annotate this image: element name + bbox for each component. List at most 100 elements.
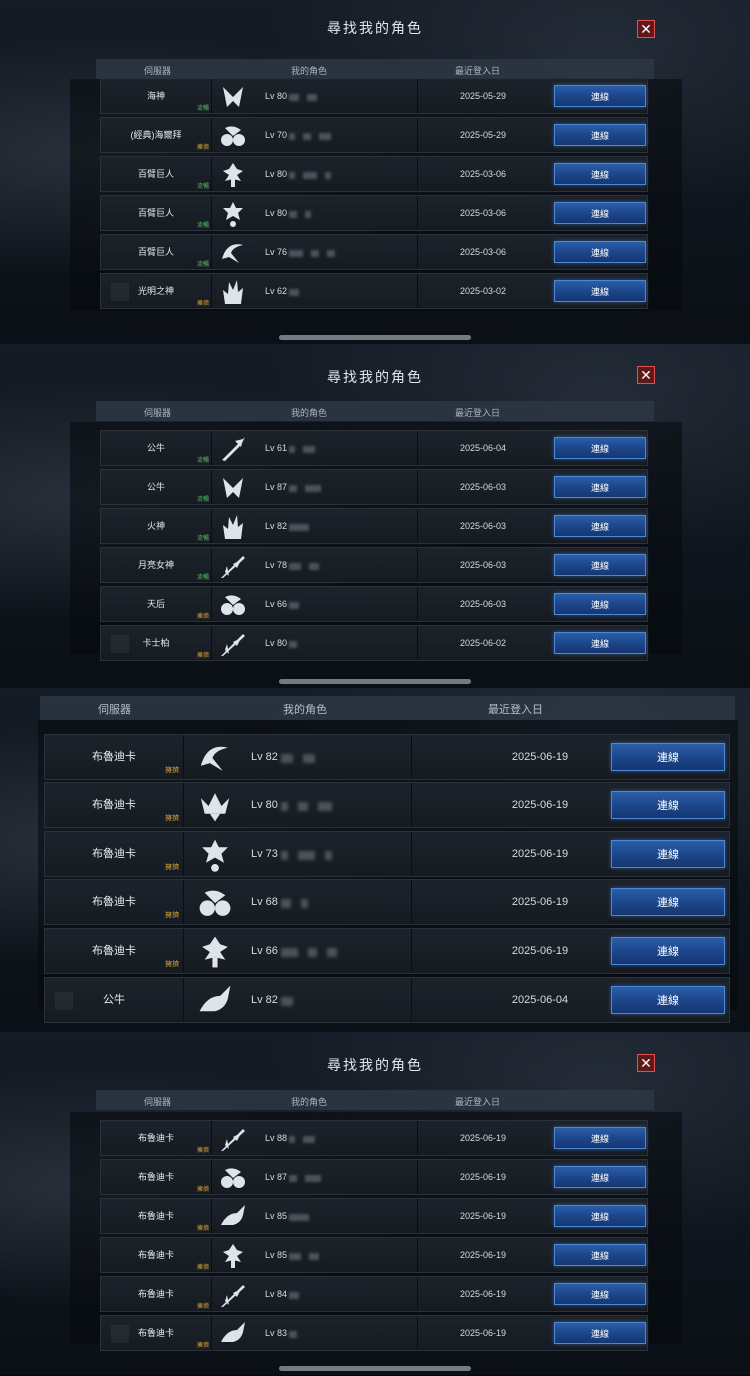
- character-level: Lv 83: [265, 1328, 288, 1338]
- obscured-character-name: [289, 210, 297, 218]
- connect-button[interactable]: 連線: [554, 632, 646, 654]
- connect-button[interactable]: 連線: [554, 163, 646, 185]
- connect-button[interactable]: 連線: [554, 1127, 646, 1149]
- character-panel-2: 尋找我的角色 ✕ 伺服器 我的角色 最近登入日 公牛 流暢 Lv 61 2025…: [0, 344, 750, 689]
- connect-button[interactable]: 連線: [554, 124, 646, 146]
- connect-button[interactable]: 連線: [554, 515, 646, 537]
- connect-button[interactable]: 連線: [554, 554, 646, 576]
- obscured-character-name: [325, 850, 333, 860]
- server-status-badge: 擁擠: [165, 767, 179, 774]
- header-server: 伺服器: [98, 704, 131, 716]
- row-divider: [211, 79, 212, 113]
- table-row: 布魯迪卡 擁擠 Lv 68 2025-06-19 連線: [44, 879, 730, 925]
- server-name: 公牛: [103, 994, 125, 1006]
- obscured-character-name: [289, 445, 295, 453]
- last-login-date: 2025-06-04: [459, 443, 507, 453]
- class-beast-icon: [221, 1322, 245, 1342]
- table-row: 布魯迪卡 擁擠 Lv 66 2025-06-19 連線: [44, 928, 730, 974]
- obscured-character-name: [289, 1330, 297, 1338]
- server-status-badge: 擁擠: [197, 1226, 210, 1232]
- server-status-badge: 擁擠: [197, 653, 210, 659]
- server-status-badge: 擁擠: [197, 1265, 210, 1271]
- obscured-character-name: [289, 93, 299, 101]
- class-wave-icon: [200, 746, 228, 771]
- server-status-badge: 擁擠: [197, 1304, 210, 1310]
- header-character: 我的角色: [291, 1097, 328, 1107]
- table-row: 布魯迪卡 擁擠 Lv 85 2025-06-19 連線: [100, 1198, 648, 1234]
- last-login-date: 2025-06-03: [459, 599, 507, 609]
- connect-button[interactable]: 連線: [554, 1322, 646, 1344]
- obscured-character-name: [281, 753, 293, 763]
- character-level: Lv 78: [265, 560, 288, 570]
- server-name: 火神: [146, 521, 165, 531]
- server-status-badge: 擁擠: [165, 864, 179, 871]
- last-login-date: 2025-05-29: [459, 130, 507, 140]
- close-button[interactable]: ✕: [637, 1054, 655, 1072]
- connect-button[interactable]: 連線: [554, 241, 646, 263]
- connect-button[interactable]: 連線: [554, 202, 646, 224]
- class-spear-icon: [222, 437, 245, 461]
- server-status-badge: 流暢: [197, 184, 210, 190]
- class-blades-icon: [221, 634, 245, 656]
- connect-button[interactable]: 連線: [554, 1244, 646, 1266]
- obscured-character-name: [307, 947, 318, 957]
- table-row: (經典)海爾拜 擁擠 Lv 70 2025-05-29 連線: [100, 117, 648, 153]
- server-name: 布魯迪卡: [92, 848, 136, 860]
- connect-button[interactable]: 連線: [611, 888, 725, 916]
- class-beast-icon: [199, 985, 231, 1012]
- server-name: 布魯迪卡: [92, 945, 136, 957]
- class-cross-icon: [202, 839, 228, 872]
- character-level: Lv 66: [265, 599, 288, 609]
- obscured-character-name: [289, 288, 299, 296]
- last-login-date: 2025-06-19: [511, 896, 569, 908]
- connect-button[interactable]: 連線: [554, 437, 646, 459]
- obscured-character-name: [281, 898, 291, 908]
- row-divider: [211, 1238, 212, 1272]
- connect-button[interactable]: 連線: [554, 1166, 646, 1188]
- character-level: Lv 62: [265, 286, 288, 296]
- connect-button[interactable]: 連線: [554, 1205, 646, 1227]
- obscured-character-name: [303, 132, 311, 140]
- obscured-character-name: [305, 210, 311, 218]
- table-row: 公牛 流暢 Lv 61 2025-06-04 連線: [100, 430, 648, 466]
- header-server: 伺服器: [144, 1097, 172, 1107]
- connect-button[interactable]: 連線: [611, 986, 725, 1014]
- connect-button[interactable]: 連線: [611, 840, 725, 868]
- row-divider: [211, 235, 212, 269]
- class-crest-icon: [223, 478, 243, 498]
- table-header: 伺服器 我的角色 最近登入日: [96, 401, 654, 421]
- character-level: Lv 87: [265, 1172, 288, 1182]
- obscured-character-name: [309, 1252, 319, 1260]
- class-blades-icon: [221, 1285, 245, 1307]
- table-row: 布魯迪卡 擁擠 Lv 82 2025-06-19 連線: [44, 734, 730, 780]
- connect-button[interactable]: 連線: [554, 85, 646, 107]
- server-status-badge: 擁擠: [197, 145, 210, 151]
- obscured-character-name: [303, 171, 317, 179]
- obscured-character-name: [303, 753, 315, 763]
- connect-button[interactable]: 連線: [554, 476, 646, 498]
- close-button[interactable]: ✕: [637, 366, 655, 384]
- server-status-badge: 擁擠: [197, 614, 210, 620]
- connect-button[interactable]: 連線: [554, 593, 646, 615]
- obscured-character-name: [289, 249, 303, 257]
- connect-button[interactable]: 連線: [554, 280, 646, 302]
- server-status-badge: 擁擠: [197, 301, 210, 307]
- server-name: 光明之神: [137, 286, 174, 296]
- obscured-character-name: [289, 171, 295, 179]
- table-row: 公牛 流暢 Lv 87 2025-06-03 連線: [100, 469, 648, 505]
- last-login-date: 2025-06-19: [459, 1211, 507, 1221]
- connect-button[interactable]: 連線: [611, 937, 725, 965]
- server-status-badge: 擁擠: [165, 815, 179, 822]
- connect-button[interactable]: 連線: [554, 1283, 646, 1305]
- connect-button[interactable]: 連線: [611, 791, 725, 819]
- character-level: Lv 61: [265, 443, 288, 453]
- last-login-date: 2025-06-19: [459, 1172, 507, 1182]
- class-cross-icon: [223, 202, 243, 227]
- close-button[interactable]: ✕: [637, 20, 655, 38]
- server-status-badge: 擁擠: [165, 912, 179, 919]
- header-character: 我的角色: [291, 66, 328, 76]
- close-icon: ✕: [640, 366, 652, 383]
- obscured-character-name: [325, 171, 331, 179]
- connect-button[interactable]: 連線: [611, 743, 725, 771]
- row-divider: [211, 1121, 212, 1155]
